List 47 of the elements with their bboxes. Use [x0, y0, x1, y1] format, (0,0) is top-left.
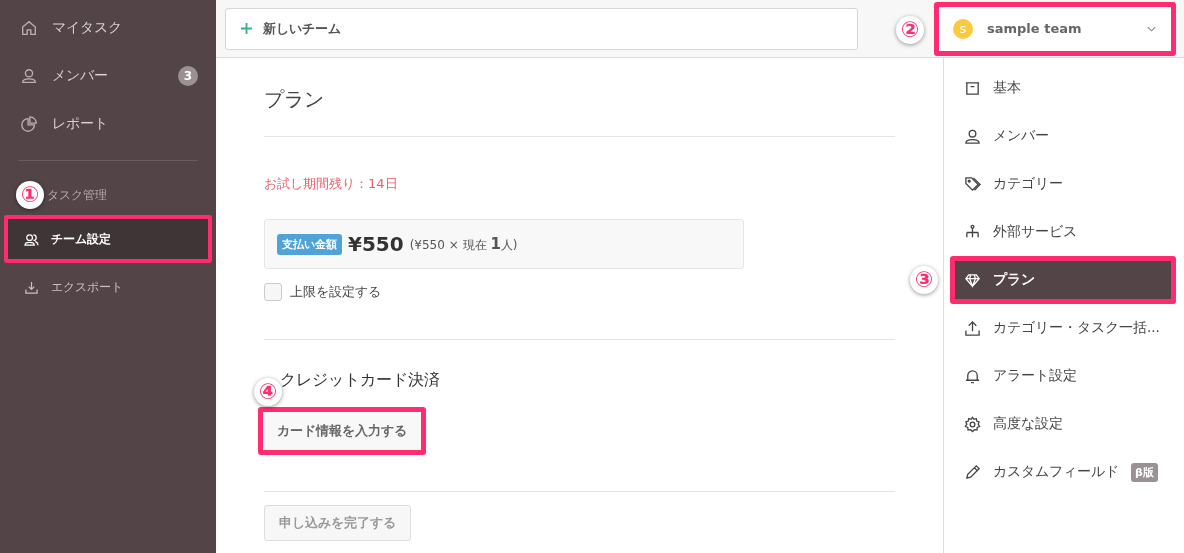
menu-item[interactable]: 基本: [944, 64, 1184, 112]
pencil-icon: [964, 463, 981, 481]
settings-icon: [964, 415, 981, 433]
menu-item[interactable]: カテゴリー・タスク一括...: [944, 304, 1184, 352]
callout-number: ①: [16, 181, 44, 209]
person-icon: [20, 67, 38, 85]
menu-item[interactable]: 高度な設定: [944, 400, 1184, 448]
page-title: プラン: [264, 86, 325, 113]
nav-item[interactable]: メンバー 3: [0, 52, 216, 100]
pie-chart-icon: [20, 115, 38, 133]
nav-item[interactable]: レポート: [0, 100, 216, 148]
new-team-button[interactable]: 新しいチーム: [225, 7, 858, 50]
count-badge: 3: [178, 66, 198, 86]
team-selector[interactable]: s sample team: [934, 1, 1176, 56]
amount-tag: 支払い金額: [277, 233, 342, 255]
chevron-down-icon: [1146, 24, 1157, 33]
tag-icon: [964, 175, 981, 193]
trial-notice: お試し期間残り：14日: [264, 175, 399, 193]
menu-item[interactable]: カスタムフィールド β版: [944, 448, 1184, 496]
menu-item[interactable]: メンバー: [944, 112, 1184, 160]
download-icon: [24, 279, 39, 295]
team-avatar: s: [953, 18, 973, 39]
callout-number: ③: [910, 266, 938, 294]
beta-badge: β版: [1131, 462, 1158, 482]
bell-icon: [964, 367, 981, 385]
checkbox[interactable]: [264, 283, 282, 301]
nav-item[interactable]: マイタスク: [0, 4, 216, 52]
home-icon: [20, 19, 38, 37]
diamond-icon: [964, 271, 981, 289]
menu-item[interactable]: 外部サービス: [944, 208, 1184, 256]
callout-number: ④: [254, 378, 282, 406]
upload-icon: [964, 319, 981, 337]
nav-item[interactable]: チーム設定: [4, 215, 212, 263]
person-icon: [964, 127, 981, 145]
nav-item[interactable]: エクスポート: [4, 263, 212, 311]
enter-card-button[interactable]: カード情報を入力する: [258, 407, 426, 455]
box-icon: [964, 79, 981, 97]
plus-icon: [240, 22, 253, 35]
callout-number: ②: [896, 15, 924, 44]
section-title: タスク管理: [47, 186, 107, 204]
menu-item[interactable]: カテゴリー: [944, 160, 1184, 208]
section-title: クレジットカード決済: [280, 370, 441, 391]
price: ¥550: [348, 232, 404, 256]
menu-item[interactable]: アラート設定: [944, 352, 1184, 400]
people-icon: [24, 231, 39, 247]
checkbox-label: 上限を設定する: [290, 283, 381, 301]
price-detail: (¥550 × 現在 1人): [409, 234, 518, 254]
